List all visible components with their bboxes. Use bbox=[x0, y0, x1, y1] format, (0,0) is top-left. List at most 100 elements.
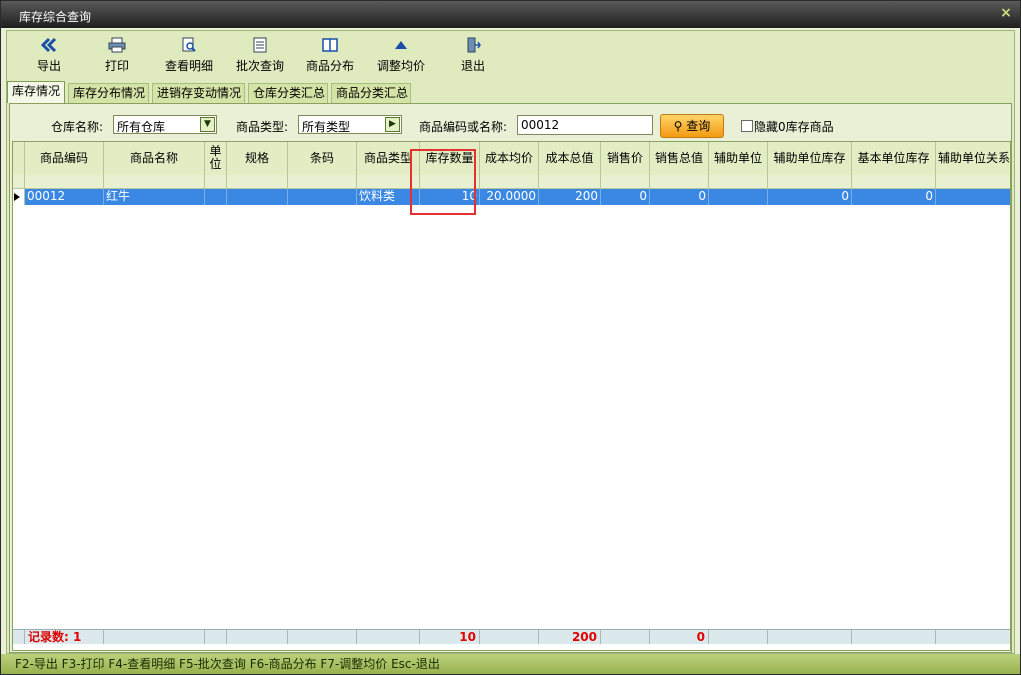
adjust-avg-price-button[interactable]: 调整均价 bbox=[375, 37, 427, 77]
cell-name[interactable]: 红牛 bbox=[104, 189, 205, 205]
warehouse-select[interactable]: 所有仓库 ▼ bbox=[113, 115, 217, 134]
cell-sale-total[interactable]: 0 bbox=[650, 189, 709, 205]
view-detail-button[interactable]: 查看明细 bbox=[163, 37, 215, 77]
footer-cell bbox=[852, 630, 936, 644]
column-header[interactable]: 基本单位库存 bbox=[852, 142, 936, 175]
code-input[interactable]: 00012 bbox=[517, 115, 653, 135]
export-button[interactable]: 导出 bbox=[31, 37, 67, 77]
footer-cost-total: 200 bbox=[539, 630, 601, 644]
chevron-down-icon[interactable]: ▼ bbox=[200, 117, 215, 132]
warehouse-value: 所有仓库 bbox=[117, 120, 166, 134]
column-header[interactable]: 销售价 bbox=[601, 142, 650, 175]
filter-cell[interactable] bbox=[650, 175, 709, 188]
column-header[interactable]: 辅助单位 bbox=[709, 142, 768, 175]
column-header[interactable]: 成本均价 bbox=[480, 142, 539, 175]
row-indicator-header bbox=[13, 142, 25, 175]
column-header[interactable]: 商品编码 bbox=[25, 142, 104, 175]
cell-spec[interactable] bbox=[227, 189, 288, 205]
product-distribution-button[interactable]: 商品分布 bbox=[304, 37, 356, 77]
cell-aux-relation[interactable] bbox=[936, 189, 1010, 205]
filter-cell[interactable] bbox=[480, 175, 539, 188]
exit-button[interactable]: 退出 bbox=[455, 37, 491, 77]
column-header[interactable]: 辅助单位关系 bbox=[936, 142, 1010, 175]
print-label: 打印 bbox=[104, 59, 129, 73]
row-pointer-icon bbox=[14, 193, 20, 201]
filter-cell bbox=[13, 175, 25, 188]
close-icon[interactable]: × bbox=[998, 5, 1014, 21]
category-select[interactable]: 所有类型 ▶ bbox=[298, 115, 402, 134]
cell-cost-total[interactable]: 200 bbox=[539, 189, 601, 205]
filter-cell[interactable] bbox=[936, 175, 1010, 188]
batch-query-label: 批次查询 bbox=[235, 59, 284, 73]
table-row[interactable]: 00012 红牛 饮料类 10 20.0000 200 0 0 0 0 bbox=[13, 189, 1010, 205]
exit-label: 退出 bbox=[460, 59, 485, 73]
hide-zero-checkbox[interactable] bbox=[741, 120, 753, 132]
filter-cell[interactable] bbox=[104, 175, 205, 188]
stock-table: 商品编码 商品名称 单位 规格 条码 商品类型 库存数量 成本均价 成本总值 销… bbox=[12, 141, 1011, 651]
batch-query-button[interactable]: 批次查询 bbox=[234, 37, 286, 77]
warehouse-label: 仓库名称: bbox=[51, 120, 104, 134]
code-label: 商品编码或名称: bbox=[419, 120, 508, 134]
document-search-icon bbox=[182, 37, 196, 52]
cell-aux-stock[interactable]: 0 bbox=[768, 189, 852, 205]
cell-code[interactable]: 00012 bbox=[25, 189, 104, 205]
filter-cell[interactable] bbox=[288, 175, 357, 188]
filter-cell[interactable] bbox=[852, 175, 936, 188]
triangle-up-icon bbox=[395, 41, 407, 49]
column-header[interactable]: 商品名称 bbox=[104, 142, 205, 175]
double-chevron-left-icon bbox=[40, 37, 57, 53]
tab-stock-status[interactable]: 库存情况 bbox=[7, 81, 65, 103]
footer-sales-total: 0 bbox=[650, 630, 709, 644]
column-header[interactable]: 销售总值 bbox=[650, 142, 709, 175]
footer-cell bbox=[13, 630, 25, 644]
tab-bar: 库存情况 库存分布情况 进销存变动情况 仓库分类汇总 商品分类汇总 bbox=[7, 81, 1014, 103]
adjust-avg-price-label: 调整均价 bbox=[376, 59, 425, 73]
columns-icon bbox=[322, 38, 338, 52]
filter-cell[interactable] bbox=[768, 175, 852, 188]
footer-qty-total: 10 bbox=[420, 630, 480, 644]
column-header[interactable]: 单位 bbox=[205, 142, 227, 175]
cell-barcode[interactable] bbox=[288, 189, 357, 205]
footer-cell bbox=[768, 630, 852, 644]
cell-aux-unit[interactable] bbox=[709, 189, 768, 205]
hide-zero-label: 隐藏0库存商品 bbox=[754, 120, 834, 134]
filter-cell[interactable] bbox=[539, 175, 601, 188]
window-title: 库存综合查询 bbox=[19, 10, 92, 24]
filter-cell[interactable] bbox=[25, 175, 104, 188]
chevron-right-icon[interactable]: ▶ bbox=[385, 117, 400, 132]
tab-category-summary[interactable]: 商品分类汇总 bbox=[331, 83, 411, 103]
filter-cell[interactable] bbox=[709, 175, 768, 188]
footer-cell bbox=[601, 630, 650, 644]
filter-bar: 仓库名称: 所有仓库 ▼ 商品类型: 所有类型 ▶ 商品编码或名称: 00012… bbox=[10, 110, 1011, 140]
print-button[interactable]: 打印 bbox=[97, 37, 137, 77]
footer-cell bbox=[104, 630, 205, 644]
stock-panel: 仓库名称: 所有仓库 ▼ 商品类型: 所有类型 ▶ 商品编码或名称: 00012… bbox=[9, 103, 1012, 653]
table-filter-row bbox=[13, 175, 1010, 189]
product-distribution-label: 商品分布 bbox=[305, 59, 354, 73]
magnifier-icon: ⚲ bbox=[673, 119, 683, 133]
row-indicator bbox=[13, 189, 25, 205]
query-button[interactable]: ⚲ 查询 bbox=[660, 114, 724, 138]
column-header[interactable]: 条码 bbox=[288, 142, 357, 175]
tab-warehouse-summary[interactable]: 仓库分类汇总 bbox=[248, 83, 328, 103]
column-header[interactable]: 辅助单位库存 bbox=[768, 142, 852, 175]
tab-inventory-changes[interactable]: 进销存变动情况 bbox=[152, 83, 245, 103]
export-label: 导出 bbox=[36, 59, 61, 73]
filter-cell[interactable] bbox=[205, 175, 227, 188]
table-header: 商品编码 商品名称 单位 规格 条码 商品类型 库存数量 成本均价 成本总值 销… bbox=[13, 142, 1010, 175]
status-bar: F2-导出 F3-打印 F4-查看明细 F5-批次查询 F6-商品分布 F7-调… bbox=[1, 654, 1020, 674]
category-value: 所有类型 bbox=[302, 120, 351, 134]
cell-base-stock[interactable]: 0 bbox=[852, 189, 936, 205]
filter-cell[interactable] bbox=[227, 175, 288, 188]
tab-stock-distribution[interactable]: 库存分布情况 bbox=[68, 83, 149, 103]
footer-cell bbox=[288, 630, 357, 644]
column-header[interactable]: 成本总值 bbox=[539, 142, 601, 175]
cell-sale-price[interactable]: 0 bbox=[601, 189, 650, 205]
cell-unit[interactable] bbox=[205, 189, 227, 205]
list-icon bbox=[253, 37, 267, 53]
filter-cell[interactable] bbox=[601, 175, 650, 188]
category-label: 商品类型: bbox=[236, 120, 289, 134]
footer-cell bbox=[709, 630, 768, 644]
column-header[interactable]: 规格 bbox=[227, 142, 288, 175]
cell-cost-avg[interactable]: 20.0000 bbox=[480, 189, 539, 205]
